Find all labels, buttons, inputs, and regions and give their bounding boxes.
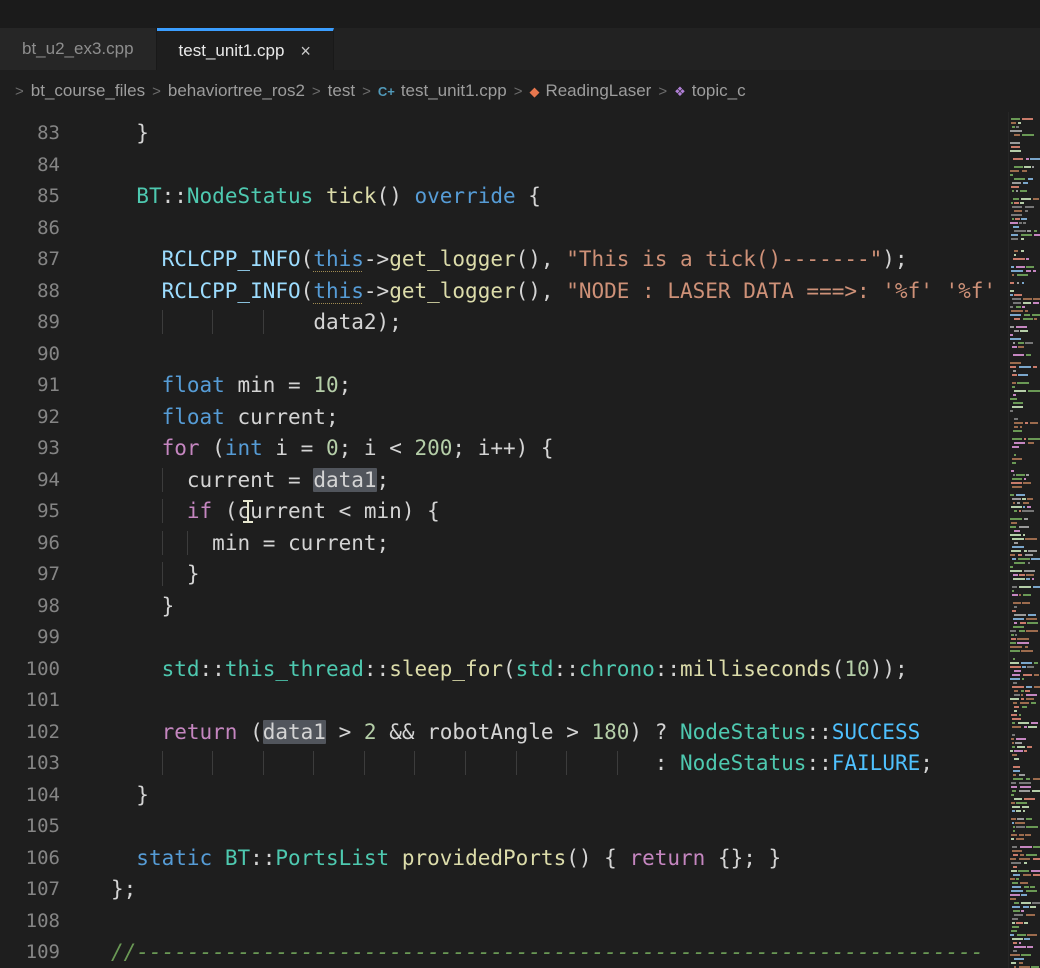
class-icon: ◆ [529,85,539,98]
line-number[interactable]: 105 [0,811,60,843]
mouse-ibeam-cursor [247,501,249,522]
code-line[interactable]: float min = 10; [111,370,1008,402]
title-bar [0,0,1040,28]
line-number[interactable]: 106 [0,843,60,875]
code-area[interactable]: } BT::NodeStatus tick() override { RCLCP… [111,118,1008,968]
line-number[interactable]: 100 [0,654,60,686]
symbol-method-icon: ❖ [674,85,686,98]
breadcrumb-item-behaviortree-ros2[interactable]: behaviortree_ros2 [168,81,305,101]
code-line[interactable]: current = data1; [111,465,1008,497]
line-number[interactable]: 83 [0,118,60,150]
line-number[interactable]: 96 [0,528,60,560]
line-number[interactable]: 95 [0,496,60,528]
code-line[interactable]: BT::NodeStatus tick() override { [111,181,1008,213]
code-line[interactable]: float current; [111,402,1008,434]
line-number[interactable]: 93 [0,433,60,465]
vscode-window: bt_u2_ex3.cpp test_unit1.cpp × > bt_cour… [0,0,1040,968]
tab-label: test_unit1.cpp [179,41,285,61]
tab-bar: bt_u2_ex3.cpp test_unit1.cpp × [0,28,1040,70]
line-number[interactable]: 109 [0,937,60,968]
minimap[interactable] [1008,112,1040,968]
breadcrumb-item-test-unit1-cpp[interactable]: C+ test_unit1.cpp [378,81,507,101]
code-line[interactable]: for (int i = 0; i < 200; i++) { [111,433,1008,465]
breadcrumb-item-test[interactable]: test [328,81,355,101]
code-line[interactable]: RCLCPP_INFO(this->get_logger(), "This is… [111,244,1008,276]
line-number[interactable]: 86 [0,213,60,245]
code-line[interactable] [111,339,1008,371]
close-icon[interactable]: × [300,42,311,60]
line-number[interactable]: 94 [0,465,60,497]
code-line[interactable]: data2); [111,307,1008,339]
tab-test-unit1-cpp[interactable]: test_unit1.cpp × [157,28,334,70]
code-line[interactable]: : NodeStatus::FAILURE; [111,748,1008,780]
line-number[interactable]: 97 [0,559,60,591]
tab-label: bt_u2_ex3.cpp [22,39,134,59]
line-number[interactable]: 98 [0,591,60,623]
breadcrumb-label: bt_course_files [31,81,145,101]
editor[interactable]: 8384858687888990919293949596979899100101… [0,112,1040,968]
code-line[interactable]: }; [111,874,1008,906]
line-number[interactable]: 88 [0,276,60,308]
breadcrumb-label: test_unit1.cpp [401,81,507,101]
tab-bt-u2-ex3-cpp[interactable]: bt_u2_ex3.cpp [0,28,157,70]
gutter: 8384858687888990919293949596979899100101… [0,118,60,968]
code-line[interactable]: } [111,559,1008,591]
code-line[interactable]: } [111,591,1008,623]
breadcrumb-label: test [328,81,355,101]
code-line[interactable]: static BT::PortsList providedPorts() { r… [111,843,1008,875]
breadcrumb-label: behaviortree_ros2 [168,81,305,101]
line-number[interactable]: 99 [0,622,60,654]
code-line[interactable] [111,685,1008,717]
code-line[interactable] [111,622,1008,654]
line-number[interactable]: 90 [0,339,60,371]
chevron-right-icon: > [514,83,523,100]
line-number[interactable]: 104 [0,780,60,812]
code-line[interactable]: return (data1 > 2 && robotAngle > 180) ?… [111,717,1008,749]
cpp-file-icon: C+ [378,85,395,98]
breadcrumb-label: topic_c [692,81,746,101]
breadcrumb: > bt_course_files > behaviortree_ros2 > … [0,70,1040,112]
line-number[interactable]: 87 [0,244,60,276]
breadcrumb-item-topic[interactable]: ❖ topic_c [674,81,746,101]
code-line[interactable] [111,213,1008,245]
line-number[interactable]: 102 [0,717,60,749]
chevron-right-icon: > [658,83,667,100]
line-number[interactable]: 107 [0,874,60,906]
code-line[interactable]: } [111,118,1008,150]
chevron-right-icon: > [152,83,161,100]
line-number[interactable]: 103 [0,748,60,780]
line-number[interactable]: 92 [0,402,60,434]
line-number[interactable]: 101 [0,685,60,717]
breadcrumb-item-bt-course-files[interactable]: bt_course_files [31,81,145,101]
code-line[interactable]: //--------------------------------------… [111,937,1008,968]
line-number[interactable]: 85 [0,181,60,213]
chevron-right-icon: > [312,83,321,100]
line-number[interactable]: 91 [0,370,60,402]
code-line[interactable]: std::this_thread::sleep_for(std::chrono:… [111,654,1008,686]
code-line[interactable] [111,150,1008,182]
code-line[interactable] [111,906,1008,938]
chevron-right-icon: > [362,83,371,100]
line-number[interactable]: 89 [0,307,60,339]
code-line[interactable]: } [111,780,1008,812]
code-line[interactable] [111,811,1008,843]
tab-bar-filler [334,28,1040,70]
breadcrumb-label: ReadingLaser [545,81,651,101]
code-line[interactable]: min = current; [111,528,1008,560]
code-line[interactable]: RCLCPP_INFO(this->get_logger(), "NODE : … [111,276,1008,308]
line-number[interactable]: 108 [0,906,60,938]
breadcrumb-item-readinglaser[interactable]: ◆ ReadingLaser [529,81,651,101]
line-number[interactable]: 84 [0,150,60,182]
chevron-right-icon: > [15,83,24,100]
